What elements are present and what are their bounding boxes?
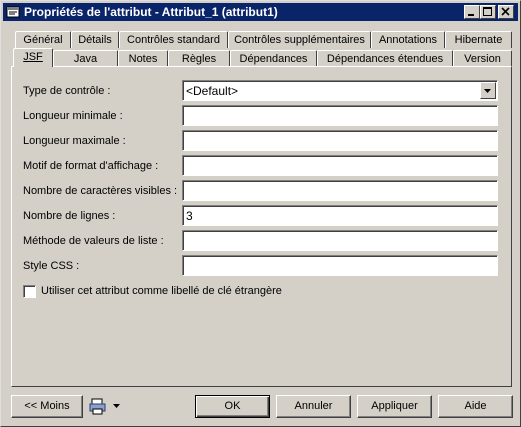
min-length-label: Longueur minimale : <box>23 110 123 122</box>
tab-details[interactable]: Détails <box>71 31 119 48</box>
list-method-field[interactable] <box>182 230 498 251</box>
tab-extended-dependencies[interactable]: Dépendances étendues <box>317 50 453 67</box>
minimize-icon <box>468 14 474 16</box>
cancel-button[interactable]: Annuler <box>276 395 351 418</box>
ok-button[interactable]: OK <box>195 395 270 418</box>
title-bar[interactable]: Propriétés de l'attribut - Attribut_1 (a… <box>3 3 518 21</box>
list-method-label: Méthode de valeurs de liste : <box>23 235 164 247</box>
tab-rules[interactable]: Règles <box>168 50 230 67</box>
help-button[interactable]: Aide <box>438 395 513 418</box>
display-format-field[interactable] <box>182 155 498 176</box>
close-icon <box>501 7 510 16</box>
control-type-select[interactable]: <Default> <box>182 80 498 101</box>
tab-general[interactable]: Général <box>15 31 71 48</box>
control-type-value: <Default> <box>186 84 239 98</box>
print-menu-button[interactable] <box>89 398 123 415</box>
rows-label: Nombre de lignes : <box>23 210 116 222</box>
printer-icon <box>89 398 106 415</box>
tab-dependencies[interactable]: Dépendances <box>230 50 317 67</box>
visible-chars-label: Nombre de caractères visibles : <box>23 185 178 197</box>
minimize-button[interactable] <box>464 5 480 19</box>
tab-version[interactable]: Version <box>453 50 512 67</box>
foreign-key-label-checkbox[interactable] <box>23 285 36 298</box>
visible-chars-field[interactable] <box>182 180 498 201</box>
control-type-label: Type de contrôle : <box>23 85 111 97</box>
tab-java[interactable]: Java <box>53 50 118 67</box>
max-length-label: Longueur maximale : <box>23 135 126 147</box>
tab-additional-controls[interactable]: Contrôles supplémentaires <box>228 31 371 48</box>
apply-button[interactable]: Appliquer <box>357 395 432 418</box>
tab-notes[interactable]: Notes <box>118 50 168 67</box>
maximize-icon <box>483 7 492 16</box>
window-title: Propriétés de l'attribut - Attribut_1 (a… <box>24 5 278 19</box>
maximize-button[interactable] <box>480 5 496 19</box>
css-style-label: Style CSS : <box>23 260 80 272</box>
properties-dialog: Propriétés de l'attribut - Attribut_1 (a… <box>0 0 521 427</box>
less-button[interactable]: << Moins <box>11 395 83 418</box>
min-length-field[interactable] <box>182 105 498 126</box>
tab-standard-controls[interactable]: Contrôles standard <box>119 31 228 48</box>
app-icon <box>6 6 20 18</box>
foreign-key-checkbox-label[interactable]: Utiliser cet attribut comme libellé de c… <box>41 285 282 297</box>
max-length-field[interactable] <box>182 130 498 151</box>
css-style-field[interactable] <box>182 255 498 276</box>
tab-annotations[interactable]: Annotations <box>371 31 445 48</box>
tab-jsf[interactable]: JSF <box>13 48 53 67</box>
rows-field[interactable]: 3 <box>182 205 498 226</box>
display-format-label: Motif de format d'affichage : <box>23 160 159 172</box>
chevron-down-icon <box>113 404 120 408</box>
close-button[interactable] <box>498 5 514 19</box>
chevron-down-icon <box>484 89 491 93</box>
tab-hibernate[interactable]: Hibernate <box>445 31 512 48</box>
control-type-dropdown-button[interactable] <box>480 82 496 99</box>
